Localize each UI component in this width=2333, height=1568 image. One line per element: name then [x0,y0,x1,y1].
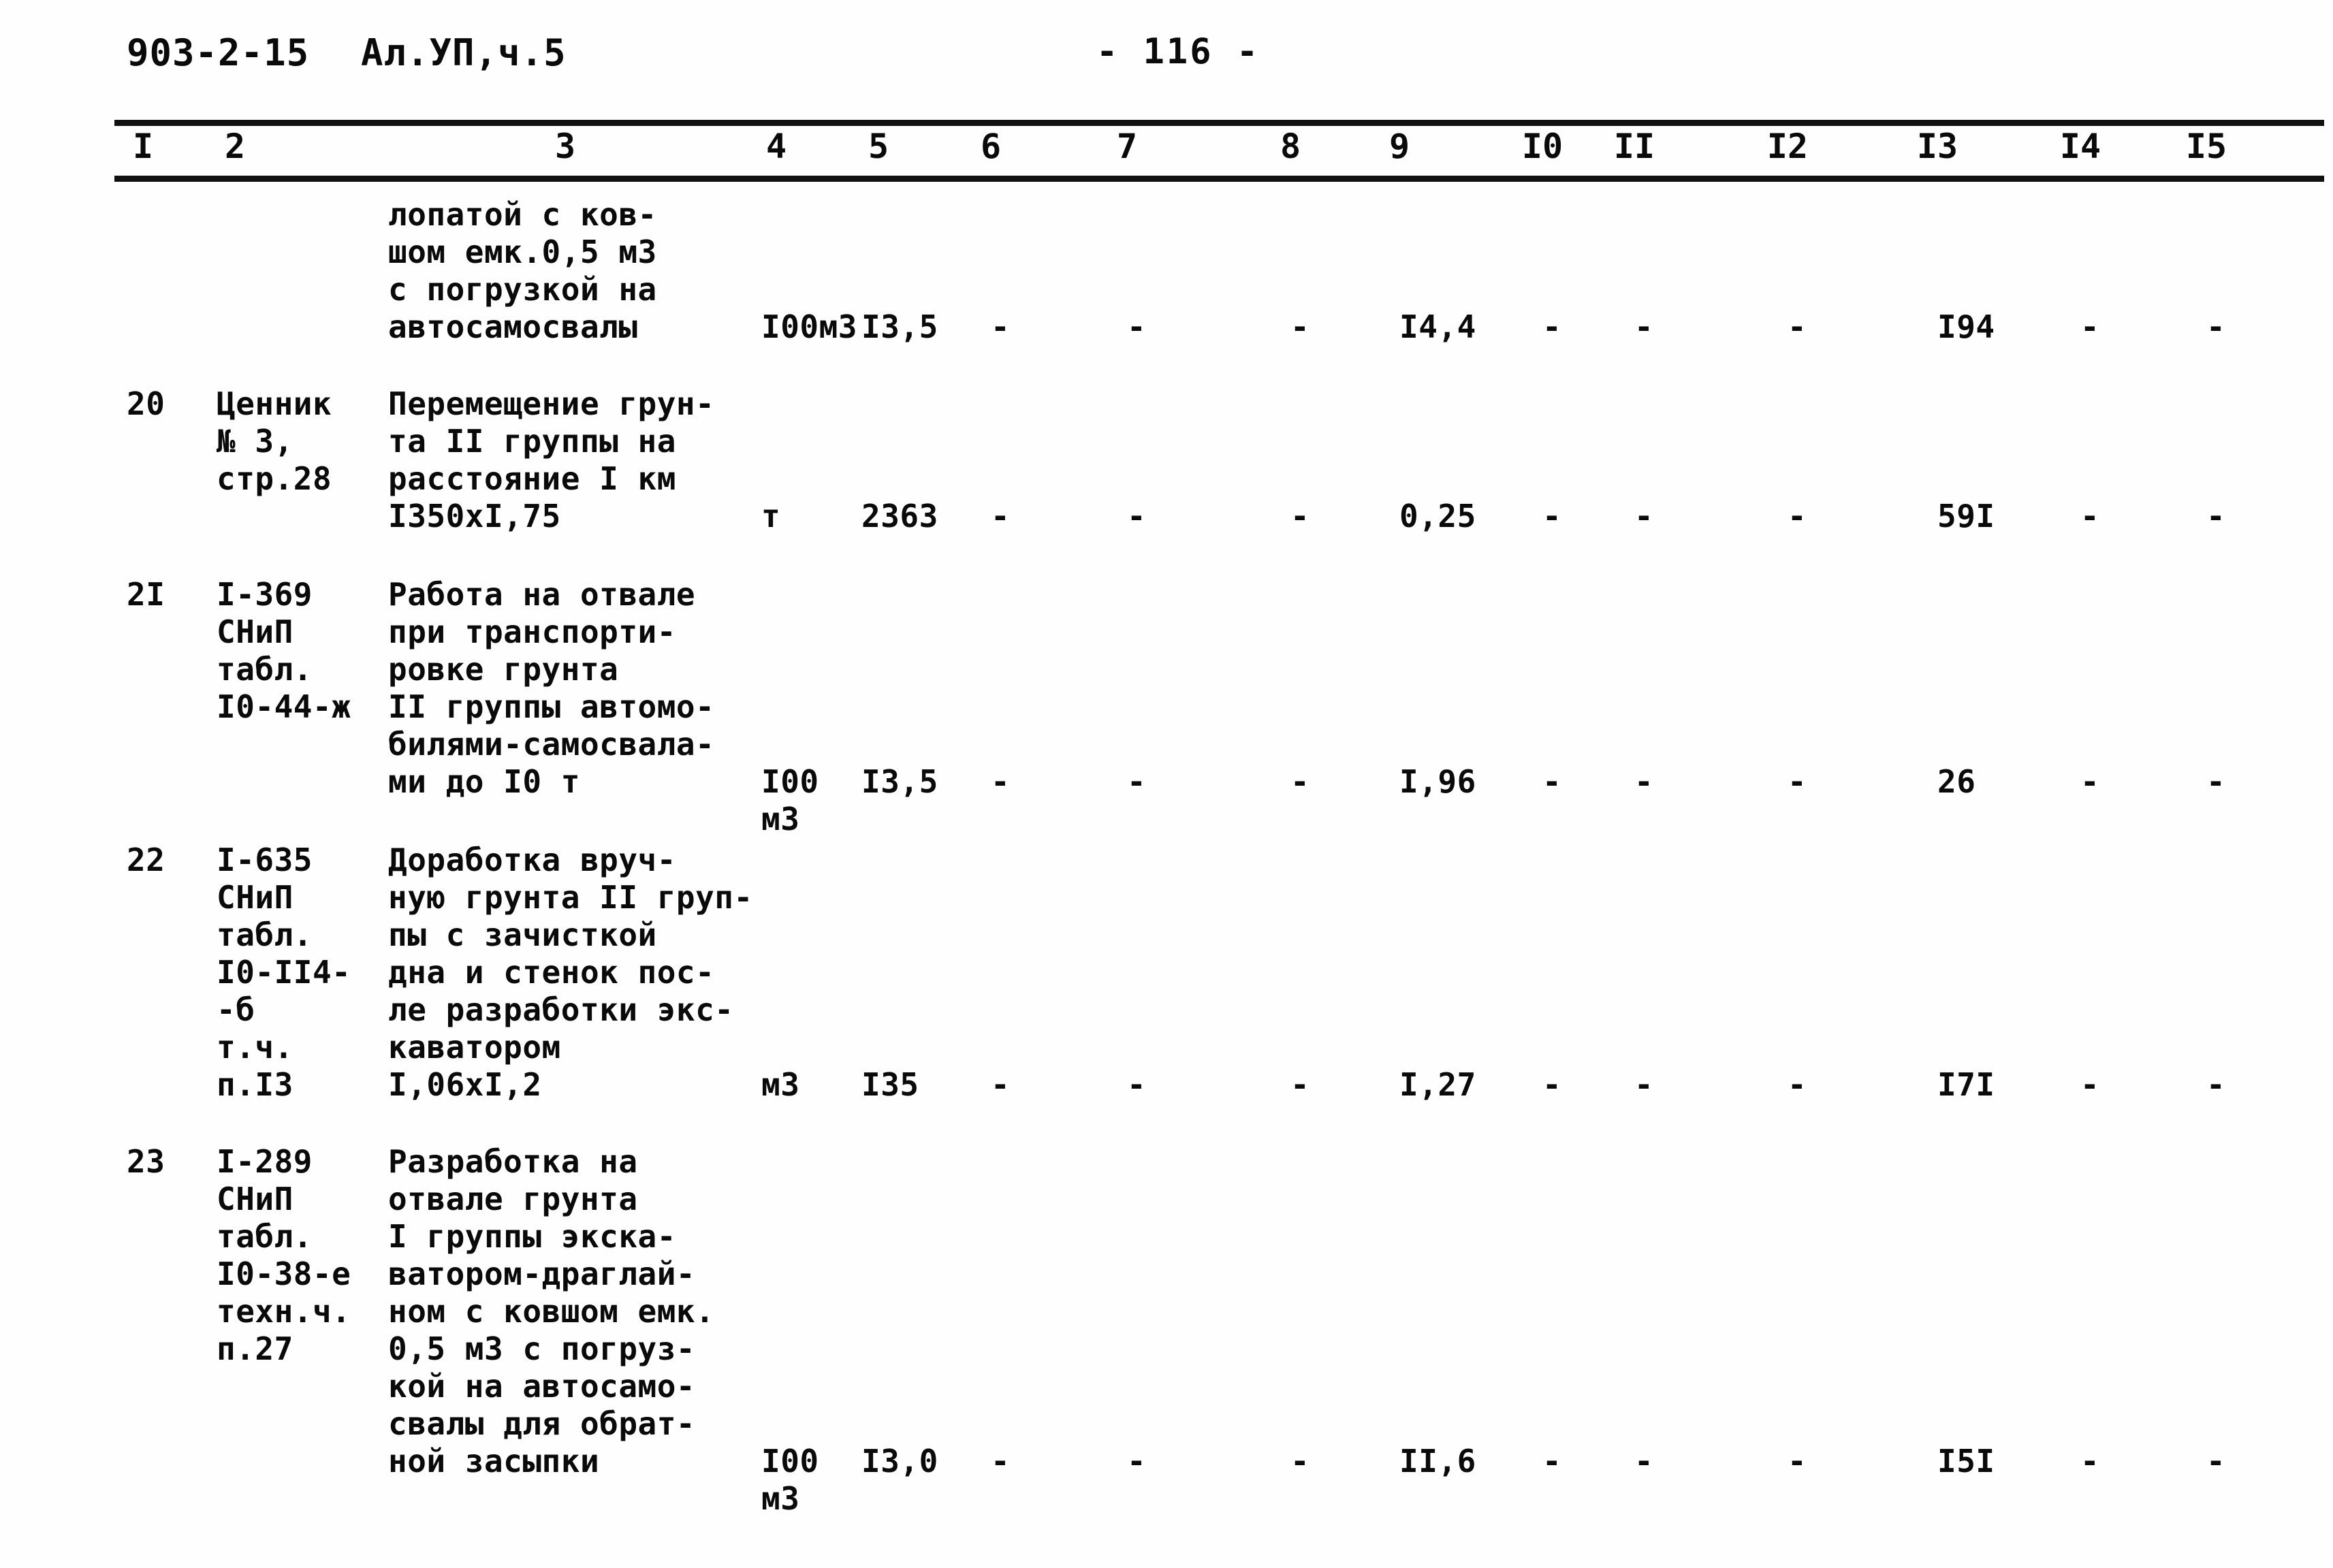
cell-unit: I00 м3 [761,1443,819,1517]
cell-quantity: 2363 [861,498,938,534]
cell-description: Доработка вруч- ную грунта II груп- пы с… [388,842,753,1103]
table-row: 22 I-635 СНиП табл. I0-II4- -б т.ч. п.I3 Д… [127,842,2226,1103]
column-header-7: 7 [1116,127,1138,166]
cell-item-number: 2I [127,576,165,613]
cell-unit: I00м3 [761,308,857,345]
table-row: 2I I-369 СНиП табл. I0-44-ж Работа на отва… [127,576,2226,837]
cell-unit: т [761,498,781,534]
document-code: 903-2-15 [127,31,310,74]
column-header-9: 9 [1388,127,1410,166]
column-header-6: 6 [980,127,1002,166]
column-header-14: I4 [2059,127,2101,166]
column-header-15: I5 [2185,127,2227,166]
column-header-11: II [1613,127,1655,166]
column-header-2: 2 [224,127,246,166]
cell-quantity: I3,0 [861,1443,938,1479]
column-header-1: I [132,127,154,166]
cell-justification: I-635 СНиП табл. I0-II4- -б т.ч. п.I3 [217,842,351,1103]
page-header: 903-2-15 Ал.УП,ч.5 - 116 - [0,31,2333,86]
document-page: 903-2-15 Ал.УП,ч.5 - 116 - I 2 3 4 5 6 7 8 9 I0 II… [0,0,2333,1568]
column-header-12: I2 [1766,127,1809,166]
cell-justification: Ценник № 3, стр.28 [217,385,332,497]
cell-description: Перемещение грун- та II группы на рассто… [388,385,715,534]
table-column-header-row: I 2 3 4 5 6 7 8 9 I0 II I2 I3 I4 I5 [0,127,2333,174]
cell-justification: I-289 СНиП табл. I0-38-е техн.ч. п.27 [217,1143,351,1367]
column-header-13: I3 [1916,127,1958,166]
column-header-4: 4 [765,127,787,166]
cell-item-number: 22 [127,842,165,878]
cell-item-number: 23 [127,1143,165,1180]
cell-description: лопатой с ков- шом емк.0,5 м3 с погрузко… [388,196,657,345]
column-header-8: 8 [1280,127,1301,166]
table-row: 23 I-289 СНиП табл. I0-38-е техн.ч. п.27 Р… [127,1143,2226,1517]
cell-item-number: 20 [127,385,165,422]
cell-unit: I00 м3 [761,763,819,837]
cell-quantity: I3,5 [861,308,938,345]
cell-quantity: I3,5 [861,763,938,800]
table-top-rule [114,120,2324,126]
page-number: - 116 - [1096,31,1260,72]
column-header-3: 3 [554,127,576,166]
column-header-5: 5 [868,127,889,166]
cell-justification: I-369 СНиП табл. I0-44-ж [217,576,351,725]
album-reference: Ал.УП,ч.5 [361,31,567,74]
table-row: 20 Ценник № 3, стр.28 Перемещение грун- та… [127,385,2226,534]
cell-unit: м3 [761,1066,800,1103]
column-header-10: I0 [1521,127,1564,166]
cell-description: Разработка на отвале грунта I группы экс… [388,1143,715,1479]
cell-quantity: I35 [861,1066,919,1103]
cell-description: Работа на отвале при транспорти- ровке г… [388,576,715,800]
table-row: лопатой с ков- шом емк.0,5 м3 с погрузко… [388,196,2226,345]
table-header-bottom-rule [114,176,2324,182]
